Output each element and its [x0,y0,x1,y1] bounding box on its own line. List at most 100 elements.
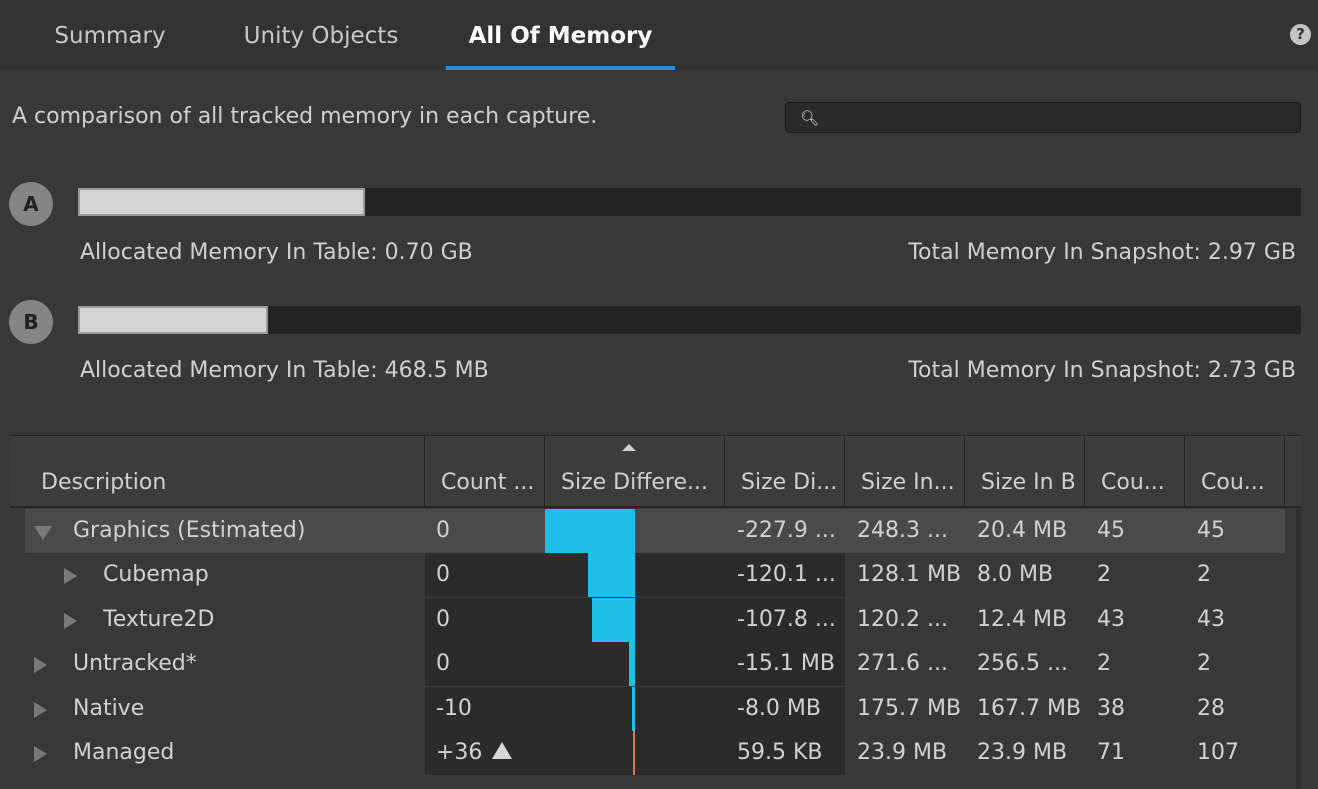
column-header-description[interactable]: Description [25,436,425,506]
row-description: Cubemap [103,562,209,587]
row-size-in-a: 175.7 MB [857,696,962,721]
table-row[interactable]: Cubemap 0 -120.1 ... 128.1 MB 8.0 MB 2 2 [25,553,1285,597]
column-header-size-difference[interactable]: Size Di... [725,436,845,506]
expand-down-icon[interactable] [34,526,52,540]
expand-right-icon[interactable] [64,613,77,629]
row-count-b: 107 [1197,740,1239,765]
snapshot-a-badge: A [9,182,53,226]
row-size-in-b: 167.7 MB [977,696,1082,721]
row-count-difference: +36 [425,731,545,775]
row-count-b: 2 [1197,562,1211,587]
column-header-size-difference-bar[interactable]: Size Differe... [545,436,725,506]
column-header-size-in-a[interactable]: Size In... [845,436,965,506]
size-difference-bar [632,687,635,731]
row-description: Graphics (Estimated) [73,518,306,543]
table-header: Description Count ... Size Differe... Si… [10,436,1301,508]
row-count-difference: 0 [425,598,545,642]
row-count-a: 43 [1097,607,1125,632]
row-size-in-b: 8.0 MB [977,562,1054,587]
table-scrollbar[interactable] [1296,508,1301,789]
row-count-b: 2 [1197,651,1211,676]
row-description: Native [73,696,145,721]
snapshot-a-allocated: Allocated Memory In Table: 0.70 GB [80,240,473,265]
row-count-difference: 0 [425,642,545,686]
tab-summary[interactable]: Summary [28,0,192,70]
page-description: A comparison of all tracked memory in ea… [12,104,598,129]
row-count-difference-value: 0 [436,607,450,632]
size-difference-bar [592,598,635,642]
snapshot-a-memory-bar [78,188,1301,216]
tab-all-of-memory[interactable]: All Of Memory [446,0,675,70]
row-size-difference: -8.0 MB [725,687,845,731]
row-size-difference: -120.1 ... [725,553,845,597]
row-count-a: 71 [1097,740,1125,765]
row-size-in-b: 23.9 MB [977,740,1068,765]
sort-ascending-icon [622,444,636,451]
row-size-difference-bar-cell [545,598,725,642]
row-count-b: 43 [1197,607,1225,632]
table-row[interactable]: Managed +36 59.5 KB 23.9 MB 23.9 MB 71 107 [25,731,1285,775]
row-size-in-a: 23.9 MB [857,740,948,765]
expand-right-icon[interactable] [64,568,77,584]
size-difference-bar [545,509,635,553]
snapshot-b-badge: B [9,300,53,344]
row-size-difference: -15.1 MB [725,642,845,686]
row-count-difference-value: +36 [436,740,483,765]
table-row[interactable]: Graphics (Estimated) 0 -227.9 ... 248.3 ...… [25,509,1285,553]
tab-unity-objects[interactable]: Unity Objects [222,0,420,70]
row-count-difference-value: 0 [436,518,450,543]
row-size-difference-bar-cell [545,553,725,597]
expand-right-icon[interactable] [34,746,47,762]
column-header-count-a[interactable]: Cou... [1085,436,1185,506]
row-description: Managed [73,740,175,765]
table-row[interactable]: Texture2D 0 -107.8 ... 120.2 ... 12.4 MB 43 43 [25,598,1285,642]
row-count-b: 28 [1197,696,1225,721]
search-input[interactable] [820,105,1290,130]
snapshot-a-total: Total Memory In Snapshot: 2.97 GB [908,240,1296,265]
row-size-in-a: 271.6 ... [857,651,948,676]
row-description: Texture2D [103,607,215,632]
row-count-a: 2 [1097,651,1111,676]
row-count-b: 45 [1197,518,1225,543]
expand-right-icon[interactable] [34,657,47,673]
search-icon: 🔍︎ [800,109,820,127]
row-count-a: 45 [1097,518,1125,543]
row-size-in-a: 248.3 ... [857,518,948,543]
column-header-count-b[interactable]: Cou... [1185,436,1285,506]
row-size-difference-bar-cell [545,509,725,553]
snapshot-b-allocated: Allocated Memory In Table: 468.5 MB [80,358,489,383]
row-size-in-a: 120.2 ... [857,607,948,632]
table-row[interactable]: Untracked* 0 -15.1 MB 271.6 ... 256.5 ... 2 2 [25,642,1285,686]
search-field[interactable]: 🔍︎ [785,102,1301,133]
row-description: Untracked* [73,651,197,676]
row-count-a: 38 [1097,696,1125,721]
snapshot-b-memory-bar [78,306,1301,334]
row-count-difference-value: -10 [436,696,472,721]
column-header-size-in-b[interactable]: Size In B [965,436,1085,506]
tab-bar: Summary Unity Objects All Of Memory ? [0,0,1318,70]
row-count-difference-value: 0 [436,562,450,587]
snapshot-b-total: Total Memory In Snapshot: 2.73 GB [908,358,1296,383]
row-size-difference: 59.5 KB [725,731,845,775]
row-size-difference: -107.8 ... [725,598,845,642]
help-icon[interactable]: ? [1290,24,1311,45]
row-size-in-b: 256.5 ... [977,651,1068,676]
expand-right-icon[interactable] [34,702,47,718]
row-size-difference-bar-cell [545,731,725,775]
row-size-difference-bar-cell [545,642,725,686]
row-count-difference: 0 [425,509,545,553]
row-count-difference-value: 0 [436,651,450,676]
row-size-difference: -227.9 ... [737,518,836,543]
size-difference-bar [629,642,635,686]
row-count-difference: 0 [425,553,545,597]
increase-arrow-icon [492,742,513,759]
row-count-a: 2 [1097,562,1111,587]
snapshot-b-memory-bar-fill [78,306,268,334]
memory-table: Description Count ... Size Differe... Si… [10,435,1301,789]
size-difference-bar [588,553,635,597]
table-row[interactable]: Native -10 -8.0 MB 175.7 MB 167.7 MB 38 28 [25,687,1285,731]
row-count-difference: -10 [425,687,545,731]
size-difference-bar [633,731,635,775]
column-header-count-difference[interactable]: Count ... [425,436,545,506]
row-size-in-a: 128.1 MB [857,562,962,587]
